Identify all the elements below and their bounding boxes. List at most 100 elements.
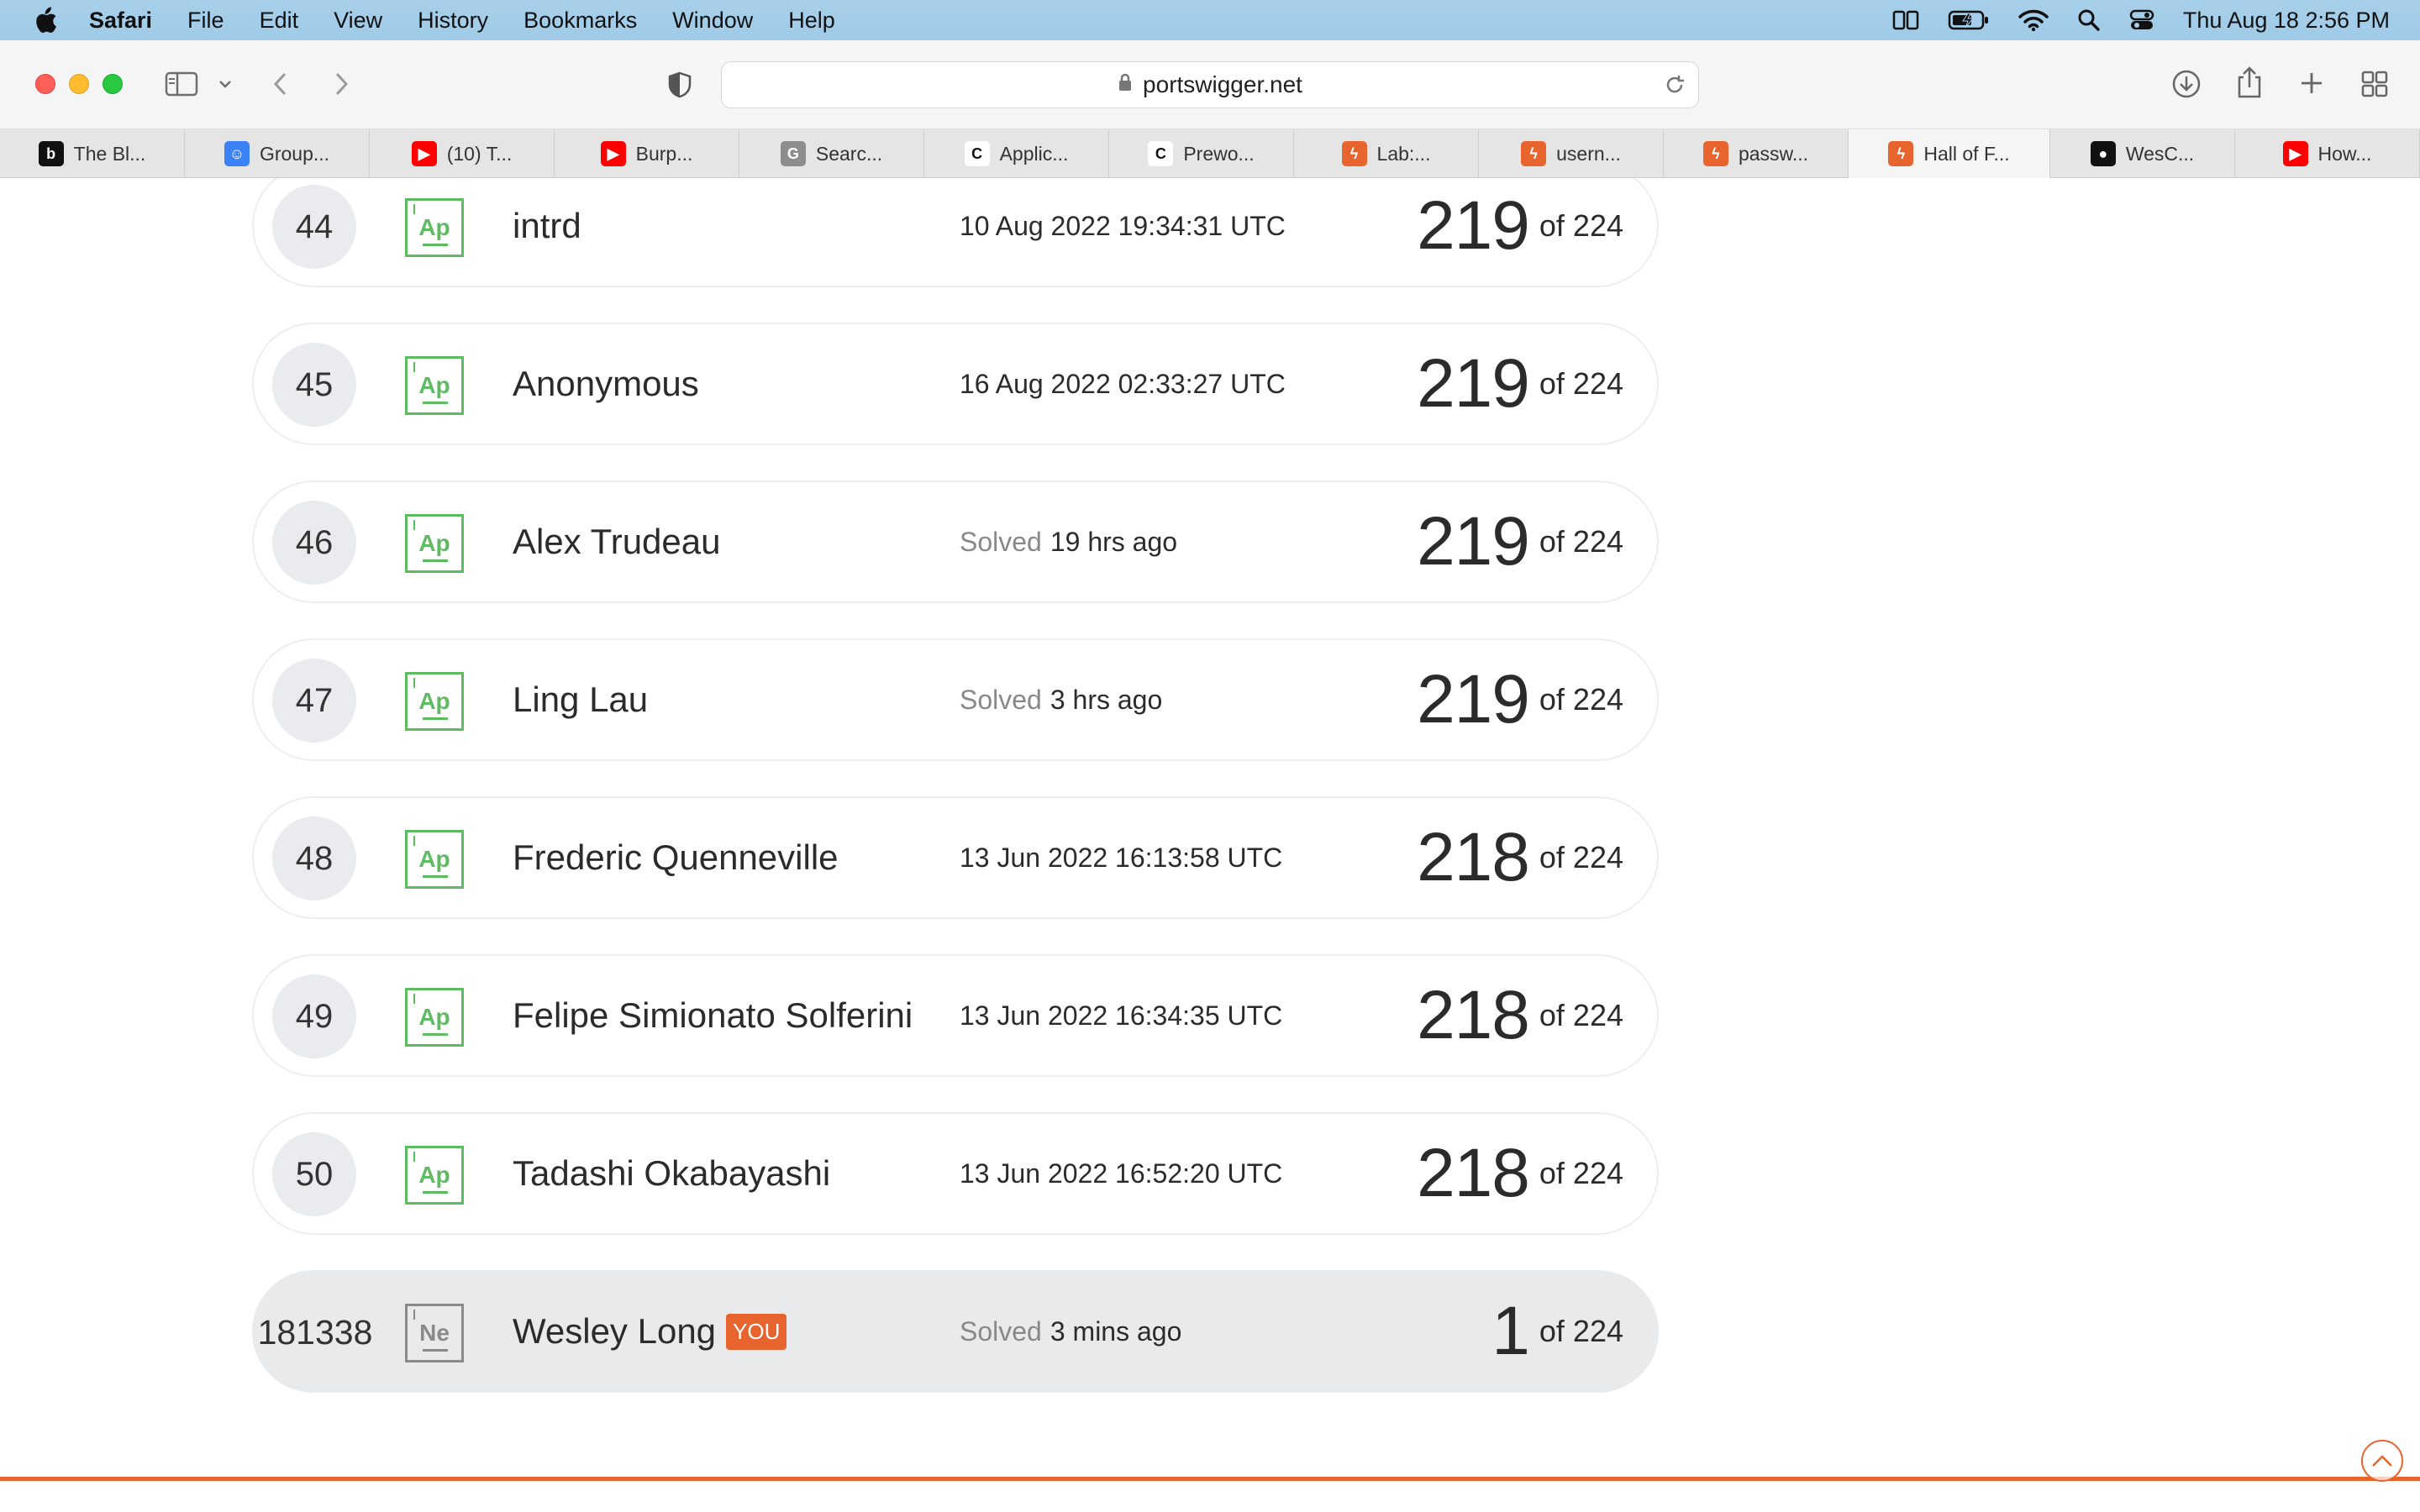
zoom-window-button[interactable] (103, 74, 123, 94)
tab-label: usern... (1556, 142, 1621, 165)
score: 218 of 224 (1417, 956, 1623, 1075)
tab-8[interactable]: ϟ usern... (1479, 129, 1664, 178)
level-badge-icon: Ap (405, 830, 464, 889)
level-abbrev: Ap (418, 372, 450, 398)
level-badge-icon: Ap (405, 672, 464, 731)
you-badge: YOU (726, 1313, 787, 1350)
tab-6[interactable]: C Prewo... (1109, 129, 1294, 178)
portswigger-icon: ϟ (1702, 141, 1728, 166)
share-icon[interactable] (2235, 66, 2264, 99)
user-name[interactable]: Anonymous (513, 364, 699, 404)
tab-label: Applic... (999, 142, 1069, 165)
split-view-icon[interactable] (1892, 8, 1919, 32)
back-icon[interactable] (271, 71, 291, 97)
url-text: portswigger.net (1143, 71, 1302, 97)
control-center-icon[interactable] (2129, 8, 2154, 32)
tab-4[interactable]: G Searc... (739, 129, 924, 178)
leaderboard-row: 49 Ap Felipe Simionato Solferini 13 Jun 202… (252, 954, 1659, 1077)
rank-number: 46 (272, 501, 356, 585)
battery-icon[interactable] (1948, 9, 1990, 31)
score: 219 of 224 (1417, 324, 1623, 444)
level-badge-icon: Ap (405, 1146, 464, 1205)
score-value: 218 (1417, 1135, 1530, 1211)
footer-divider (0, 1477, 2420, 1481)
reload-icon[interactable] (1663, 73, 1686, 102)
user-name[interactable]: Wesley Long (513, 1311, 716, 1352)
youtube-icon: ▶ (2282, 141, 2308, 166)
level-abbrev: Ap (418, 1004, 450, 1030)
level-abbrev: Ap (418, 214, 450, 240)
chevron-down-icon[interactable] (217, 76, 234, 92)
browser-toolbar: portswigger.net (0, 40, 2420, 129)
menu-bookmarks[interactable]: Bookmarks (523, 8, 637, 34)
chevron-up-icon (2372, 1455, 2392, 1467)
apple-icon[interactable] (34, 7, 57, 34)
tab-label: Burp... (635, 142, 693, 165)
c-icon: C (1148, 141, 1174, 166)
tab-label: passw... (1738, 142, 1809, 165)
spotlight-search-icon[interactable] (2077, 8, 2101, 32)
rank-number: 49 (272, 974, 356, 1058)
tab-2[interactable]: ▶ (10) T... (370, 129, 555, 178)
tab-9[interactable]: ϟ passw... (1664, 129, 1849, 178)
privacy-shield-icon[interactable] (666, 71, 694, 99)
scroll-to-top-button[interactable] (2361, 1440, 2403, 1482)
tab-overview-icon[interactable] (2361, 71, 2388, 97)
rank-number: 47 (272, 659, 356, 743)
tab-label: Searc... (815, 142, 883, 165)
score-value: 1 (1491, 1293, 1530, 1369)
downloads-icon[interactable] (2171, 69, 2202, 99)
solved-label: Solved (960, 684, 1042, 715)
tab-12[interactable]: ▶ How... (2235, 129, 2420, 178)
menu-help[interactable]: Help (788, 8, 835, 34)
tab-1[interactable]: ☺ Group... (185, 129, 370, 178)
level-badge-icon: Ap (405, 198, 464, 257)
score: 218 of 224 (1417, 1114, 1623, 1233)
lock-icon (1118, 71, 1133, 98)
tab-0[interactable]: b The Bl... (0, 129, 185, 178)
completion-date: Solved 3 hrs ago (960, 640, 1162, 759)
menu-edit[interactable]: Edit (260, 8, 299, 34)
menu-history[interactable]: History (418, 8, 488, 34)
tab-5[interactable]: C Applic... (924, 129, 1109, 178)
score: 219 of 224 (1417, 178, 1623, 286)
tab-7[interactable]: ϟ Lab:... (1294, 129, 1479, 178)
tab-11[interactable]: ● WesC... (2050, 129, 2235, 178)
leaderboard-row: 44 Ap intrd 10 Aug 2022 19:34:31 UTC 219 of 2… (252, 178, 1659, 287)
forward-icon[interactable] (331, 71, 351, 97)
rank-number: 181338 (257, 1312, 373, 1352)
user-name-cell: Felipe Simionato Solferini (513, 956, 913, 1075)
user-name[interactable]: Ling Lau (513, 680, 648, 720)
address-bar[interactable]: portswigger.net (721, 61, 1699, 108)
user-name[interactable]: intrd (513, 206, 581, 246)
score-value: 218 (1417, 819, 1530, 895)
menu-window[interactable]: Window (672, 8, 753, 34)
tab-10[interactable]: ϟ Hall of F... (1849, 129, 2050, 178)
menu-app-safari[interactable]: Safari (89, 8, 152, 34)
completion-date: 13 Jun 2022 16:52:20 UTC (960, 1158, 1283, 1189)
minimize-window-button[interactable] (69, 74, 89, 94)
user-name[interactable]: Felipe Simionato Solferini (513, 995, 913, 1036)
tab-3[interactable]: ▶ Burp... (555, 129, 739, 178)
leaderboard-row: 48 Ap Frederic Quenneville 13 Jun 2022 16:1… (252, 796, 1659, 919)
level-abbrev: Ap (418, 688, 450, 714)
close-window-button[interactable] (35, 74, 55, 94)
menu-file[interactable]: File (187, 8, 224, 34)
score: 218 of 224 (1417, 798, 1623, 917)
score-value: 219 (1417, 661, 1530, 738)
menubar-clock[interactable]: Thu Aug 18 2:56 PM (2183, 8, 2390, 34)
leaderboard-row: 47 Ap Ling Lau Solved 3 hrs ago 219 of 224 (252, 638, 1659, 761)
tab-label: Group... (259, 142, 330, 165)
new-tab-plus-icon[interactable] (2299, 71, 2324, 96)
sidebar-toggle-icon[interactable] (165, 71, 198, 97)
user-name[interactable]: Alex Trudeau (513, 522, 721, 562)
wifi-icon[interactable] (2018, 8, 2049, 32)
macos-menu-bar: Safari File Edit View History Bookmarks … (0, 0, 2420, 40)
rank-number: 50 (272, 1132, 356, 1216)
menu-view[interactable]: View (334, 8, 382, 34)
user-name[interactable]: Tadashi Okabayashi (513, 1153, 830, 1194)
level-badge-icon: Ne (405, 1304, 464, 1362)
g-icon: G (780, 141, 806, 166)
portswigger-icon: ϟ (1341, 141, 1367, 166)
user-name[interactable]: Frederic Quenneville (513, 837, 839, 878)
